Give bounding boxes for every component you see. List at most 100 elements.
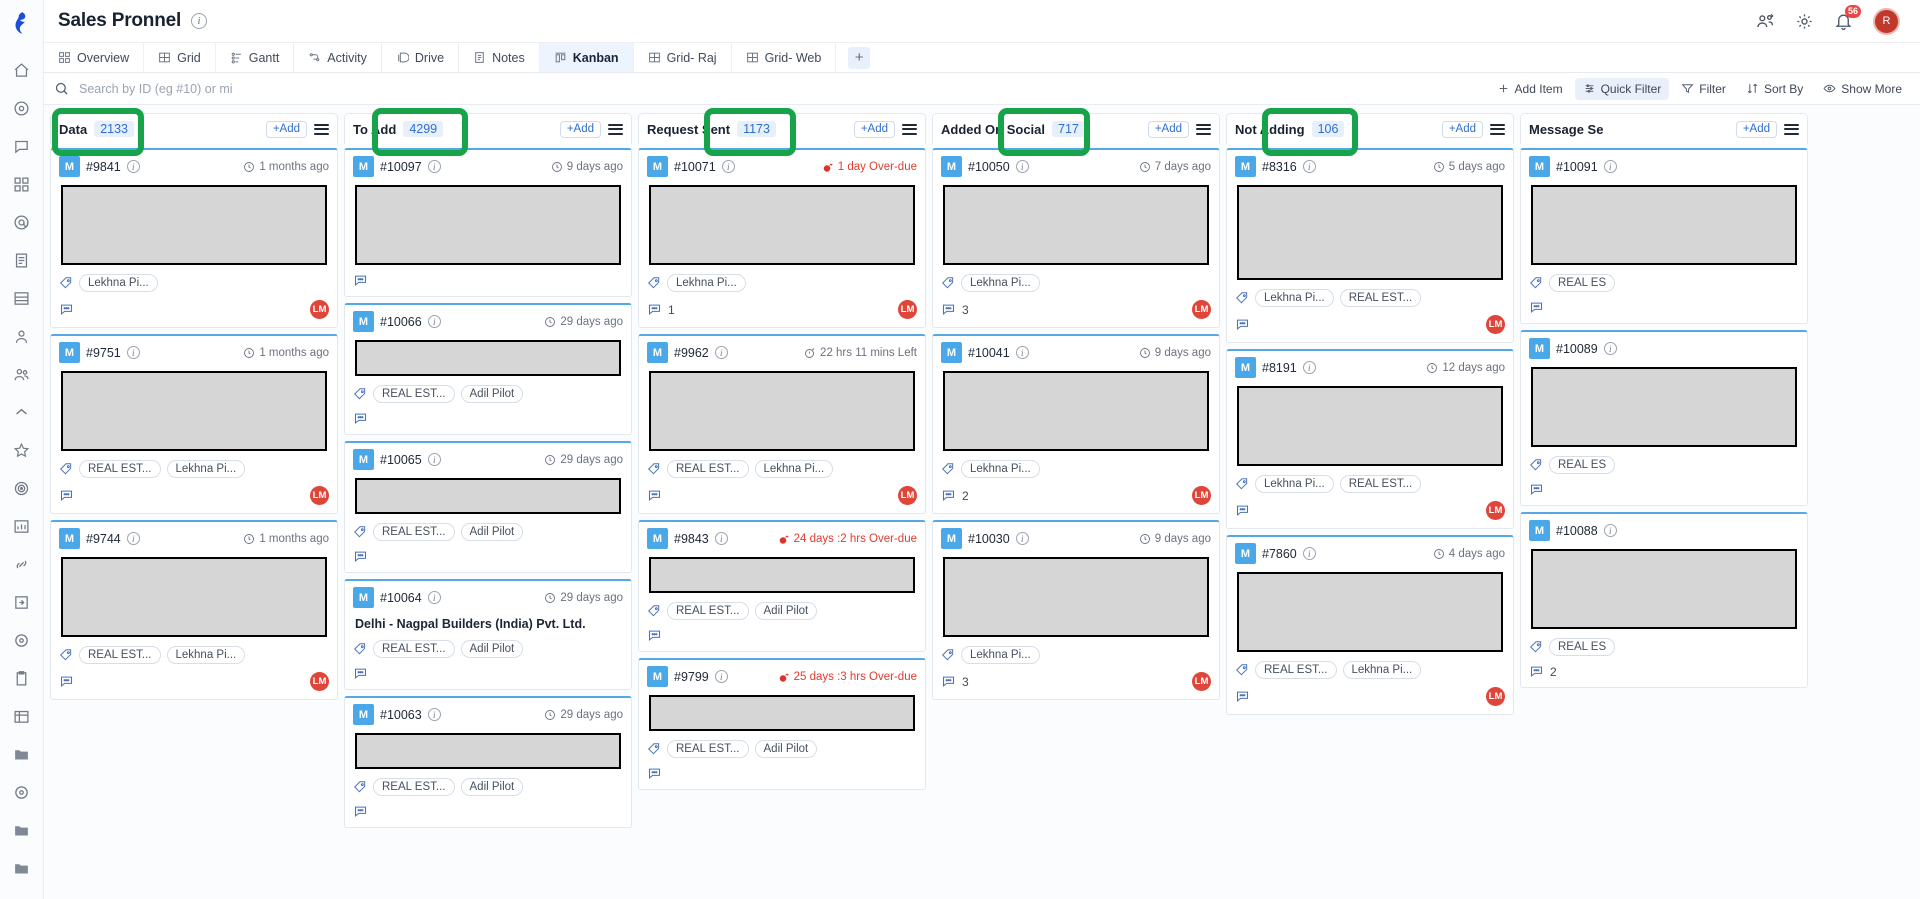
column-card-list[interactable]: M #10091 i REAL ES M #10089 i REAL ES M #10088 i RE… <box>1520 144 1808 899</box>
tab-kanban[interactable]: Kanban <box>539 43 634 72</box>
bell-icon[interactable]: 56 <box>1834 4 1861 31</box>
sidebar-item-folder-three[interactable] <box>10 856 34 880</box>
sidebar-item-apps[interactable] <box>10 172 34 196</box>
gear-icon[interactable] <box>1795 12 1814 31</box>
column-card-list[interactable]: M #8316 i 5 days ago Lekhna Pi... REAL EST...… <box>1226 144 1514 899</box>
kanban-card[interactable]: M #10071 i 1 day Over-due Lekhna Pi... 1 LM <box>638 148 926 328</box>
column-menu-icon[interactable] <box>314 123 329 135</box>
comment-icon[interactable] <box>1529 300 1544 315</box>
comment-icon[interactable] <box>941 488 956 503</box>
comment-icon[interactable] <box>647 488 662 503</box>
assignee-avatar[interactable]: LM <box>898 486 917 505</box>
column-menu-icon[interactable] <box>1196 123 1211 135</box>
comment-icon[interactable] <box>647 628 662 643</box>
assignee-avatar[interactable]: LM <box>1486 315 1505 334</box>
assignee-avatar[interactable]: LM <box>1486 501 1505 520</box>
comment-icon[interactable] <box>59 488 74 503</box>
card-id[interactable]: #9841 <box>86 160 121 174</box>
app-logo-icon[interactable] <box>9 8 35 38</box>
card-tag[interactable]: Adil Pilot <box>754 740 818 758</box>
card-id[interactable]: #10097 <box>380 160 422 174</box>
filter-button[interactable]: Filter <box>1673 78 1734 100</box>
card-id[interactable]: #9744 <box>86 532 121 546</box>
card-tag[interactable]: REAL EST... <box>1255 661 1337 679</box>
info-circle-icon[interactable]: i <box>721 160 735 173</box>
info-circle-icon[interactable]: i <box>126 346 140 359</box>
kanban-card[interactable]: M #9799 i 25 days :3 hrs Over-due REAL EST..… <box>638 658 926 790</box>
comment-icon[interactable] <box>59 674 74 689</box>
card-id[interactable]: #10089 <box>1556 342 1598 356</box>
sidebar-item-settings-circle[interactable] <box>10 780 34 804</box>
column-add-button[interactable]: +Add <box>1147 120 1189 138</box>
card-id[interactable]: #7860 <box>1262 547 1297 561</box>
comment-icon[interactable] <box>647 766 662 781</box>
card-tag[interactable]: REAL ES <box>1549 456 1616 474</box>
card-id[interactable]: #10063 <box>380 708 422 722</box>
assignee-avatar[interactable]: LM <box>1192 486 1211 505</box>
card-tag[interactable]: Lekhna Pi... <box>961 646 1040 664</box>
card-tag[interactable]: Lekhna Pi... <box>166 460 246 478</box>
sidebar-item-records[interactable] <box>10 628 34 652</box>
column-add-button[interactable]: +Add <box>1441 120 1483 138</box>
comment-icon[interactable] <box>941 674 956 689</box>
kanban-card[interactable]: M #10065 i 29 days ago REAL EST... Adil Pilot <box>344 441 632 573</box>
comment-icon[interactable] <box>1235 503 1250 518</box>
card-tag[interactable]: Lekhna Pi... <box>754 460 834 478</box>
sidebar-item-folder-two[interactable] <box>10 818 34 842</box>
column-card-list[interactable]: M #10097 i 9 days ago M #10066 i 29 days ago REA… <box>344 144 632 899</box>
card-id[interactable]: #9799 <box>674 670 709 684</box>
assignee-avatar[interactable]: LM <box>310 672 329 691</box>
kanban-card[interactable]: M #9962 i 22 hrs 11 mins Left REAL EST... Lek… <box>638 334 926 514</box>
card-tag[interactable]: Lekhna Pi... <box>961 274 1040 292</box>
sidebar-item-export[interactable] <box>10 590 34 614</box>
kanban-card[interactable]: M #9744 i 1 months ago REAL EST... Lekhna Pi.… <box>50 520 338 700</box>
add-view-button[interactable]: + <box>836 43 882 72</box>
card-tag[interactable]: REAL EST... <box>667 460 749 478</box>
kanban-card[interactable]: M #9841 i 1 months ago Lekhna Pi... LM <box>50 148 338 328</box>
sidebar-item-dashboard[interactable] <box>10 514 34 538</box>
kanban-card[interactable]: M #10089 i REAL ES <box>1520 330 1808 506</box>
card-tag[interactable]: Lekhna Pi... <box>667 274 746 292</box>
card-id[interactable]: #10071 <box>674 160 716 174</box>
tab-drive[interactable]: Drive <box>382 43 460 72</box>
sort-by-button[interactable]: Sort By <box>1738 78 1811 100</box>
comment-icon[interactable] <box>353 411 368 426</box>
kanban-card[interactable]: M #8191 i 12 days ago Lekhna Pi... REAL EST..… <box>1226 349 1514 529</box>
card-tag[interactable]: Lekhna Pi... <box>166 646 246 664</box>
card-tag[interactable]: Adil Pilot <box>460 385 524 403</box>
column-menu-icon[interactable] <box>608 123 623 135</box>
kanban-card[interactable]: M #10064 i 29 days ago Delhi - Nagpal Builde… <box>344 579 632 690</box>
card-id[interactable]: #9962 <box>674 346 709 360</box>
info-circle-icon[interactable]: i <box>427 591 441 604</box>
card-tag[interactable]: Lekhna Pi... <box>1342 661 1422 679</box>
card-tag[interactable]: REAL EST... <box>373 523 455 541</box>
card-id[interactable]: #10065 <box>380 453 422 467</box>
kanban-card[interactable]: M #8316 i 5 days ago Lekhna Pi... REAL EST...… <box>1226 148 1514 343</box>
tab-gantt[interactable]: Gantt <box>216 43 295 72</box>
assignee-avatar[interactable]: LM <box>310 486 329 505</box>
kanban-board[interactable]: Data 2133 +Add M #9841 i 1 months ago Lekhna Pi… <box>44 105 1920 899</box>
info-circle-icon[interactable]: i <box>1015 346 1029 359</box>
column-menu-icon[interactable] <box>902 123 917 135</box>
column-menu-icon[interactable] <box>1784 123 1799 135</box>
info-circle-icon[interactable]: i <box>427 160 441 173</box>
card-id[interactable]: #10050 <box>968 160 1010 174</box>
card-id[interactable]: #10088 <box>1556 524 1598 538</box>
tab-notes[interactable]: Notes <box>459 43 540 72</box>
card-id[interactable]: #10030 <box>968 532 1010 546</box>
assignee-avatar[interactable]: LM <box>1192 300 1211 319</box>
comment-icon[interactable] <box>1235 317 1250 332</box>
card-id[interactable]: #10064 <box>380 591 422 605</box>
kanban-card[interactable]: M #7860 i 4 days ago REAL EST... Lekhna Pi...… <box>1226 535 1514 715</box>
card-tag[interactable]: Lekhna Pi... <box>79 274 158 292</box>
kanban-card[interactable]: M #10088 i REAL ES 2 <box>1520 512 1808 688</box>
card-tag[interactable]: Adil Pilot <box>754 602 818 620</box>
card-tag[interactable]: Adil Pilot <box>460 778 524 796</box>
column-menu-icon[interactable] <box>1490 123 1505 135</box>
tab-overview[interactable]: Overview <box>44 43 145 72</box>
card-tag[interactable]: REAL EST... <box>79 460 161 478</box>
assignee-avatar[interactable]: LM <box>1486 687 1505 706</box>
info-circle-icon[interactable]: i <box>427 708 441 721</box>
kanban-card[interactable]: M #9843 i 24 days :2 hrs Over-due REAL EST..… <box>638 520 926 652</box>
sidebar-item-archive[interactable] <box>10 704 34 728</box>
